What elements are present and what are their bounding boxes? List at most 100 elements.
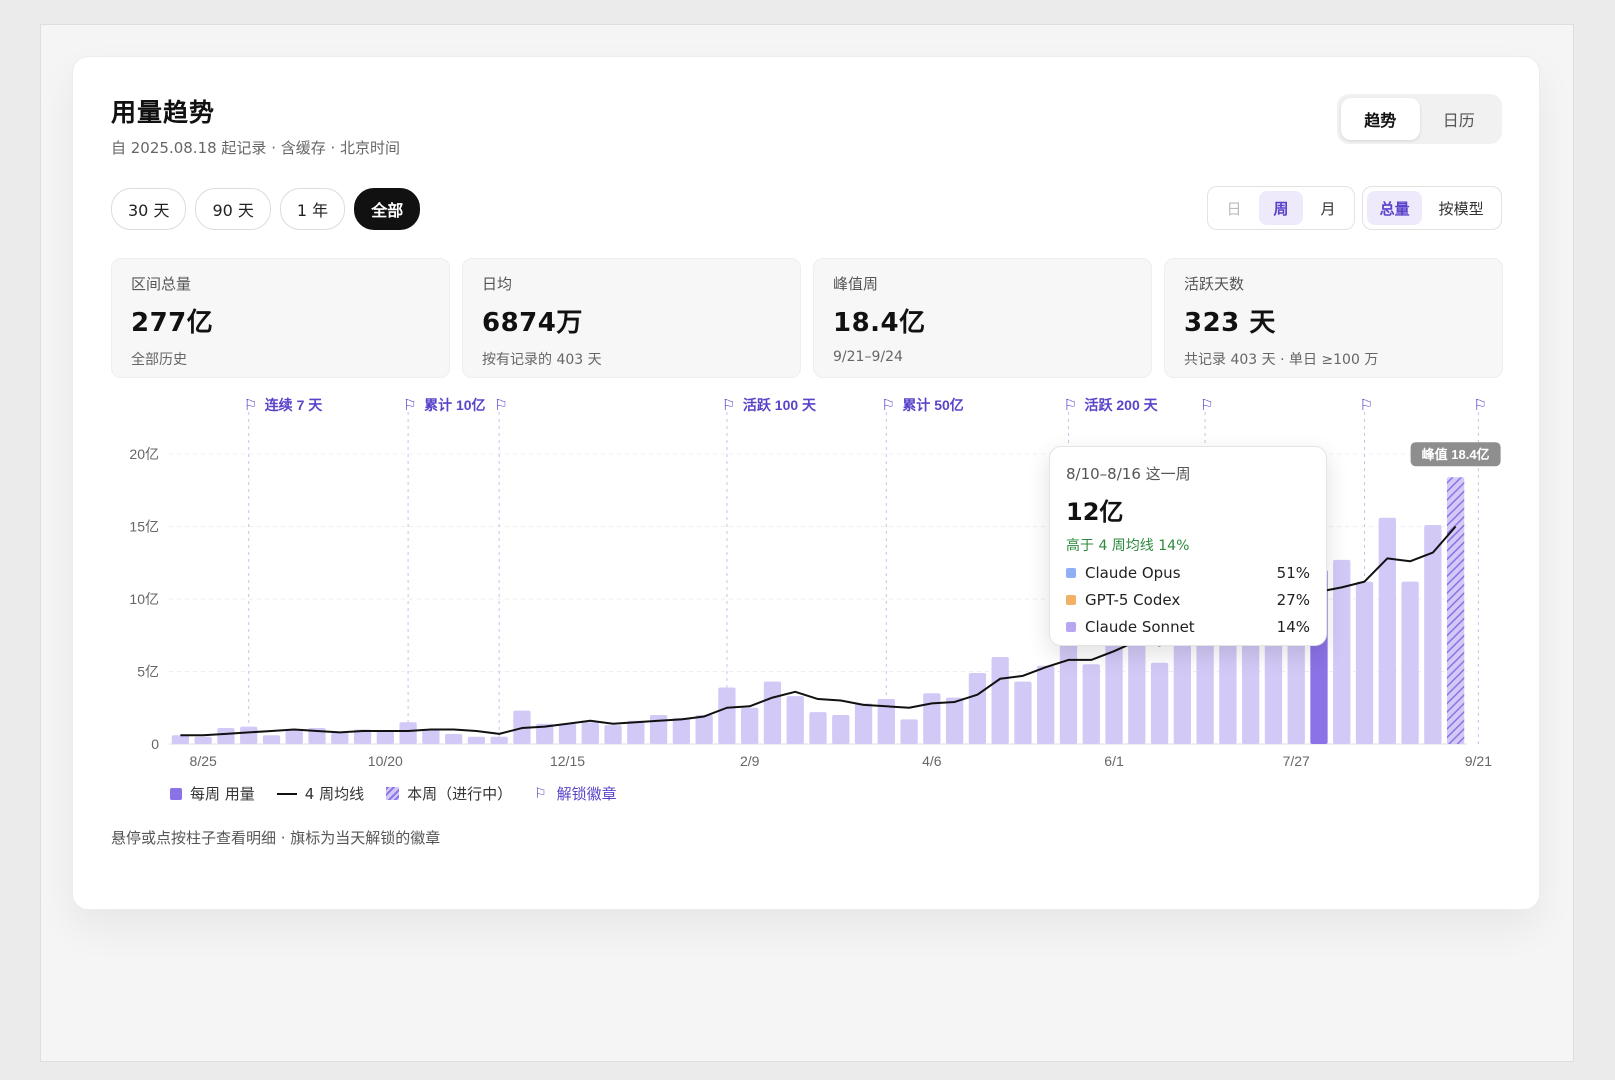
chart-bar (399, 722, 417, 744)
chart-legend: 每周 用量 4 周均线 本周（进行中） ⚐ 解锁徽章 (170, 783, 639, 804)
chart-bar (376, 730, 394, 744)
chart-bar (968, 672, 987, 744)
flag-icon: ⚐ (494, 396, 507, 414)
chart-bar (854, 703, 873, 744)
chart-bar (422, 729, 440, 744)
chart-bar (1128, 635, 1146, 744)
tooltip-model-pct: 27% (1276, 591, 1310, 609)
legend-badge-label: 解锁徽章 (556, 785, 617, 803)
legend-item-avg: 4 周均线 (276, 783, 365, 804)
chart-bar (649, 715, 668, 744)
tooltip-week: 8/10–8/16 这一周 (1066, 465, 1191, 483)
chart-bar (285, 729, 303, 744)
x-tick-label: 9/21 (1465, 753, 1492, 769)
tooltip-compare: 高于 4 周均线 14% (1066, 538, 1190, 554)
tooltip-row: Claude Opus 51% (1066, 564, 1310, 582)
chart-bar (1014, 681, 1032, 744)
chart-bar (763, 681, 782, 744)
chart-bar (604, 725, 622, 744)
chart-bar (171, 735, 190, 744)
badge-label: 活跃 100 天 (743, 397, 817, 413)
chart-bar (900, 719, 918, 744)
chart-bar (627, 720, 645, 744)
y-tick-label: 5亿 (137, 664, 159, 680)
chart-bar (1378, 517, 1396, 744)
flag-icon: ⚐ (403, 396, 416, 414)
badge-label: 连续 7 天 (265, 397, 324, 413)
chart-bar (331, 732, 349, 744)
chart-bar (786, 696, 804, 744)
tooltip-model-name: GPT-5 Codex (1085, 591, 1181, 609)
chart-bar (991, 657, 1009, 744)
chart-bar (1037, 665, 1055, 744)
chart-bar (809, 712, 827, 744)
chart-bar (1424, 525, 1442, 744)
tooltip-model-pct: 51% (1276, 564, 1310, 582)
flag-icon: ⚐ (1200, 396, 1213, 414)
bar-tooltip: 8/10–8/16 这一周 12亿 高于 4 周均线 14% Claude Op… (1049, 446, 1327, 646)
flag-icon: ⚐ (1063, 396, 1076, 414)
legend-current-label: 本周（进行中） (407, 785, 513, 803)
chart-bar (490, 736, 508, 744)
y-tick-label: 15亿 (129, 519, 159, 535)
legend-avg-label: 4 周均线 (304, 785, 365, 803)
flag-icon: ⚐ (534, 785, 547, 802)
legend-item-bars: 每周 用量 (170, 783, 255, 804)
chart-bar (718, 687, 736, 744)
flag-icon: ⚐ (244, 396, 257, 414)
chart-bar (1082, 664, 1100, 744)
chart-bar (695, 715, 713, 744)
legend-item-current: 本周（进行中） (386, 783, 512, 804)
flag-icon: ⚐ (881, 396, 894, 414)
x-tick-label: 4/6 (922, 753, 942, 769)
badge-label: 累计 10亿 (424, 397, 485, 413)
chart-bar (217, 728, 235, 744)
flag-icon: ⚐ (1360, 396, 1373, 414)
legend-hatch-swatch (386, 787, 400, 800)
chart-bar (240, 726, 258, 744)
chart-bar (1150, 662, 1169, 744)
chart-bar (1446, 477, 1465, 744)
legend-bar-swatch (170, 787, 182, 800)
legend-bars-label: 每周 用量 (190, 785, 255, 803)
legend-line-swatch (276, 792, 297, 795)
x-tick-label: 10/20 (368, 753, 403, 769)
chart-bar (672, 717, 691, 744)
usage-chart: 0 5亿 10亿 15亿 20亿 8/25 10/20 12/15 2/9 4/6 6/1 7/27 9… (129, 396, 1501, 769)
chart-bar (558, 723, 577, 744)
chart-bar (1059, 641, 1078, 744)
chart-bar (444, 733, 463, 744)
model-color-swatch (1066, 622, 1076, 632)
x-tick-label: 6/1 (1104, 753, 1124, 769)
chart-bar (741, 707, 759, 744)
chart-footnote: 悬停或点按柱子查看明细 · 旗标为当天解锁的徽章 (111, 829, 441, 847)
peak-label: 峰值 18.4亿 (1422, 447, 1490, 462)
y-tick-label: 0 (151, 736, 159, 752)
tooltip-model-pct: 14% (1276, 618, 1310, 636)
badge-label: 累计 50亿 (902, 397, 963, 413)
chart-bar (467, 736, 486, 744)
chart-bar (1355, 581, 1374, 744)
y-tick-label: 20亿 (129, 446, 159, 462)
chart-bar (945, 697, 964, 744)
x-tick-label: 8/25 (190, 753, 217, 769)
chart-bar (262, 735, 281, 744)
chart-bar (832, 715, 850, 744)
chart-bar (581, 722, 599, 744)
chart-bar (923, 693, 941, 744)
y-tick-label: 10亿 (129, 591, 159, 607)
flag-icon: ⚐ (722, 396, 735, 414)
tooltip-row: GPT-5 Codex 27% (1066, 591, 1310, 609)
x-tick-label: 2/9 (740, 753, 760, 769)
flag-icon: ⚐ (1473, 396, 1486, 414)
tooltip-value: 12亿 (1066, 498, 1124, 526)
tooltip-row: Claude Sonnet 14% (1066, 618, 1310, 636)
chart-bar (194, 736, 212, 744)
tooltip-model-name: Claude Sonnet (1085, 618, 1195, 636)
model-color-swatch (1066, 595, 1076, 605)
model-color-swatch (1066, 568, 1076, 578)
badge-label: 活跃 200 天 (1084, 397, 1158, 413)
chart-bar (1401, 581, 1419, 744)
x-tick-label: 7/27 (1283, 753, 1310, 769)
usage-trend-card: 用量趋势 自 2025.08.18 起记录 · 含缓存 · 北京时间 趋势 日历… (72, 56, 1540, 910)
